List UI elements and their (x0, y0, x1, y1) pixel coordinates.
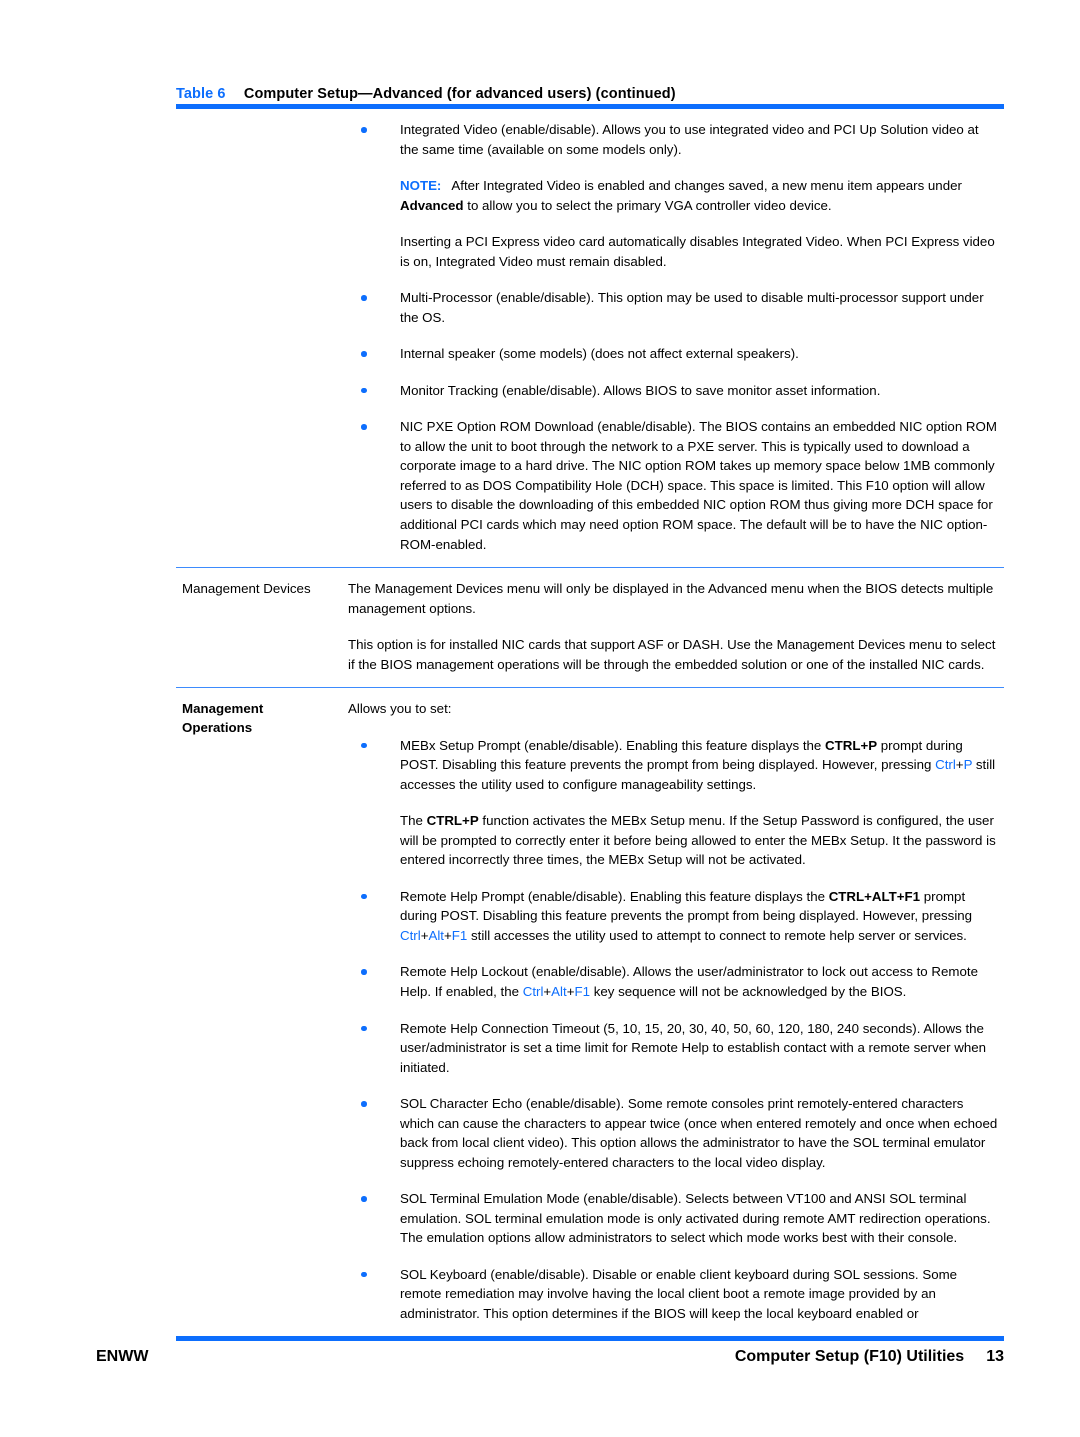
document-page: Table 6 Computer Setup—Advanced (for adv… (0, 0, 1080, 1437)
table-caption-title: Computer Setup—Advanced (for advanced us… (243, 86, 676, 102)
row-label (176, 109, 348, 133)
bullet-list: Multi-Processor (enable/disable). This o… (348, 288, 998, 554)
bullet-list: Integrated Video (enable/disable). Allow… (348, 120, 998, 159)
table-caption-label: Table 6 (176, 86, 226, 102)
paragraph-block: Allows you to set: (348, 701, 452, 717)
footer-left-locale: ENWW (96, 1348, 149, 1365)
row-label-management-devices: Management Devices (182, 581, 311, 597)
note-label: NOTE: (400, 178, 442, 194)
key-f1: F1 (574, 984, 590, 999)
table-caption: Table 6 Computer Setup—Advanced (for adv… (176, 86, 676, 102)
list-item: SOL Character Echo (enable/disable). Som… (348, 1094, 998, 1172)
note-text-post: to allow you to select the primary VGA c… (463, 197, 832, 213)
text-part: MEBx Setup Prompt (enable/disable). Enab… (400, 737, 825, 753)
list-item: Internal speaker (some models) (does not… (348, 344, 998, 364)
key-separator: + (955, 757, 964, 773)
footer-section-title: Computer Setup (F10) Utilities (734, 1348, 965, 1365)
advanced-settings-table: Integrated Video (enable/disable). Allow… (176, 104, 1004, 1342)
paragraph-block: Inserting a PCI Express video card autom… (400, 234, 995, 269)
list-item: Remote Help Connection Timeout (5, 10, 1… (348, 1019, 998, 1078)
paragraph-block-ctrlp: The CTRL+P function activates the MEBx S… (348, 811, 998, 870)
bullet-list: Remote Help Prompt (enable/disable). Ena… (348, 887, 998, 1324)
text-part: The (400, 813, 427, 829)
bullet-list: MEBx Setup Prompt (enable/disable). Enab… (348, 736, 998, 795)
key-separator: + (543, 984, 552, 999)
key-ctrl: Ctrl (935, 757, 956, 773)
key-f1: F1 (451, 927, 468, 943)
key-ctrl: Ctrl (400, 927, 421, 943)
paragraph-block: This option is for installed NIC cards t… (348, 637, 996, 672)
row-body: The Management Devices menu will only be… (348, 568, 1004, 687)
keycombo-bold: CTRL+P (426, 813, 479, 829)
key-p: P (963, 757, 973, 773)
text-part: key sequence will not be acknowledged by… (590, 984, 907, 999)
table-row: Management Devices The Management Device… (176, 567, 1004, 687)
keycombo-bold: CTRL+P (825, 737, 878, 753)
list-item-remote-help-lockout: Remote Help Lockout (enable/disable). Al… (348, 962, 998, 1001)
row-label-line2: Operations (182, 720, 253, 736)
note-text-bold: Advanced (400, 197, 464, 213)
text-part: still accesses the utility used to attem… (467, 927, 967, 943)
key-ctrl: Ctrl (522, 984, 544, 999)
list-item: Multi-Processor (enable/disable). This o… (348, 288, 998, 327)
keycombo-bold: CTRL+ALT+F1 (828, 888, 921, 904)
row-label-line1: Management (182, 701, 264, 717)
row-body: Integrated Video (enable/disable). Allow… (348, 109, 1004, 567)
list-item: Integrated Video (enable/disable). Allow… (348, 120, 998, 159)
list-item: NIC PXE Option ROM Download (enable/disa… (348, 417, 998, 554)
key-separator: + (443, 927, 452, 943)
list-item: SOL Keyboard (enable/disable). Disable o… (348, 1265, 998, 1324)
table-row: Integrated Video (enable/disable). Allow… (176, 109, 1004, 567)
list-item: Monitor Tracking (enable/disable). Allow… (348, 381, 998, 401)
text-part: Remote Help Prompt (enable/disable). Ena… (400, 888, 829, 904)
footer-right: Computer Setup (F10) Utilities 13 (735, 1348, 1004, 1366)
key-alt: Alt (551, 984, 567, 999)
table-row: Management Operations Allows you to set:… (176, 687, 1004, 1336)
note-text-pre: After Integrated Video is enabled and ch… (451, 178, 962, 194)
page-footer: ENWW Computer Setup (F10) Utilities 13 (96, 1348, 1004, 1366)
paragraph-block: The Management Devices menu will only be… (348, 581, 994, 616)
row-label-management-operations: Management Operations (176, 688, 348, 750)
footer-page-number: 13 (986, 1348, 1004, 1365)
list-item-remote-help-prompt: Remote Help Prompt (enable/disable). Ena… (348, 887, 998, 946)
key-alt: Alt (428, 927, 444, 943)
text-part: function activates the MEBx Setup menu. … (400, 813, 996, 868)
row-body: Allows you to set: MEBx Setup Prompt (en… (348, 688, 1004, 1336)
list-item-mebx-setup-prompt: MEBx Setup Prompt (enable/disable). Enab… (348, 736, 998, 795)
note-block: NOTE: After Integrated Video is enabled a… (348, 176, 998, 215)
list-item: SOL Terminal Emulation Mode (enable/disa… (348, 1189, 998, 1248)
